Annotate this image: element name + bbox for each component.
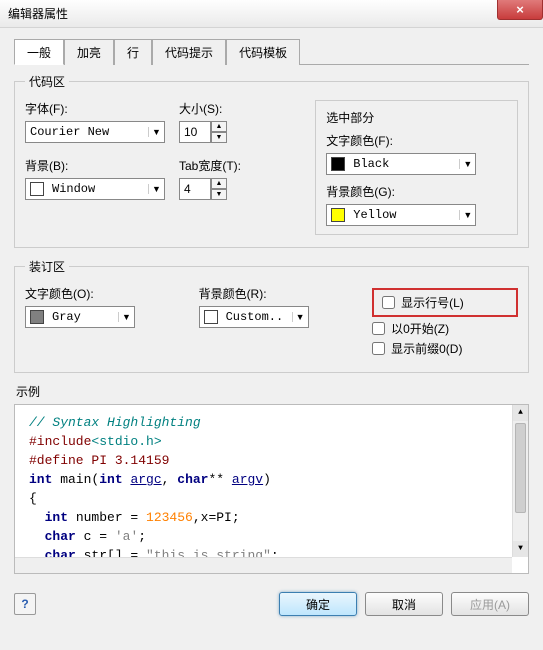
spin-down-icon[interactable]: ▼ [211,132,227,143]
scroll-down-icon[interactable]: ▼ [513,541,528,557]
code-preview: // Syntax Highlighting #include<stdio.h>… [14,404,529,574]
zero-start-row: 以0开始(Z) [372,320,518,337]
font-combo[interactable]: Courier New ▼ [25,121,165,143]
background-value: Window [48,182,148,196]
code-text: PI [216,510,232,525]
tab-highlight[interactable]: 加亮 [64,39,114,65]
close-icon: × [516,2,524,17]
gutter-fg-combo[interactable]: Gray ▼ [25,306,135,328]
code-area-group: 代码区 字体(F): Courier New ▼ 大小(S): [14,73,529,248]
tab-strip: 一般 加亮 行 代码提示 代码模板 [14,38,529,65]
code-text: argv [232,472,263,487]
size-input[interactable] [179,121,211,143]
color-swatch-icon [30,310,44,324]
code-text: int [29,472,52,487]
apply-button[interactable]: 应用(A) [451,592,529,616]
gutter-legend: 装订区 [25,258,69,275]
font-label: 字体(F): [25,100,165,117]
spin-up-icon[interactable]: ▲ [211,121,227,132]
code-comment: // Syntax Highlighting [29,415,201,430]
cancel-label: 取消 [392,596,416,613]
code-text: int [45,510,68,525]
selection-legend: 选中部分 [326,109,507,126]
code-text: #include [29,434,91,449]
tabwidth-label: Tab宽度(T): [179,157,241,174]
sel-bg-label: 背景颜色(G): [326,183,507,200]
code-text: argc [130,472,161,487]
spin-up-icon[interactable]: ▲ [211,178,227,189]
code-text: char [45,529,76,544]
window-title: 编辑器属性 [8,5,68,22]
tab-general[interactable]: 一般 [14,39,64,65]
help-icon: ? [21,597,28,611]
scrollbar-thumb[interactable] [515,423,526,513]
sel-fg-value: Black [349,157,459,171]
gutter-bg-label: 背景颜色(R): [199,285,353,302]
zero-start-label: 以0开始(Z) [391,320,449,337]
size-spinner[interactable]: ▲▼ [179,121,227,143]
spin-down-icon[interactable]: ▼ [211,189,227,200]
color-swatch-icon [30,182,44,196]
color-swatch-icon [331,208,345,222]
sel-fg-combo[interactable]: Black ▼ [326,153,476,175]
chevron-down-icon: ▼ [118,312,134,322]
selection-group: 选中部分 文字颜色(F): Black ▼ 背景颜色(G): Yellow ▼ [315,100,518,235]
chevron-down-icon: ▼ [459,210,475,220]
example-label: 示例 [16,383,529,400]
color-swatch-icon [204,310,218,324]
chevron-down-icon: ▼ [148,127,164,137]
gutter-bg-value: Custom.. [222,310,292,324]
show-prefix-row: 显示前缀0(D) [372,340,518,357]
cancel-button[interactable]: 取消 [365,592,443,616]
chevron-down-icon: ▼ [148,184,164,194]
zero-start-checkbox[interactable] [372,322,385,335]
ok-label: 确定 [306,596,330,613]
code-text: #define PI 3.14159 [29,453,169,468]
titlebar: 编辑器属性 × [0,0,543,28]
size-label: 大小(S): [179,100,227,117]
tabwidth-input[interactable] [179,178,211,200]
tabwidth-spinner[interactable]: ▲▼ [179,178,241,200]
sel-bg-value: Yellow [349,208,459,222]
scroll-up-icon[interactable]: ▲ [513,405,528,421]
show-prefix-checkbox[interactable] [372,342,385,355]
ok-button[interactable]: 确定 [279,592,357,616]
background-combo[interactable]: Window ▼ [25,178,165,200]
sel-fg-label: 文字颜色(F): [326,132,507,149]
chevron-down-icon: ▼ [459,159,475,169]
gutter-fg-value: Gray [48,310,118,324]
code-text: 'a' [115,529,138,544]
gutter-fg-label: 文字颜色(O): [25,285,179,302]
tab-line[interactable]: 行 [114,39,152,65]
code-text: <stdio.h> [91,434,161,449]
code-text: 123456 [146,510,193,525]
content-area: 一般 加亮 行 代码提示 代码模板 代码区 字体(F): Courier New… [0,28,543,582]
vertical-scrollbar[interactable]: ▲ ▼ [512,405,528,557]
show-line-number-checkbox[interactable] [382,296,395,309]
background-label: 背景(B): [25,157,165,174]
chevron-down-icon: ▼ [292,312,308,322]
code-text: main( [52,472,99,487]
apply-label: 应用(A) [470,596,510,613]
show-prefix-label: 显示前缀0(D) [391,340,462,357]
font-value: Courier New [26,125,148,139]
code-area-legend: 代码区 [25,73,69,90]
code-text: char [177,472,208,487]
close-button[interactable]: × [497,0,543,20]
code-text: int [99,472,122,487]
gutter-bg-combo[interactable]: Custom.. ▼ [199,306,309,328]
show-line-number-label: 显示行号(L) [401,294,464,311]
tab-code-hint[interactable]: 代码提示 [152,39,226,65]
color-swatch-icon [331,157,345,171]
help-button[interactable]: ? [14,593,36,615]
tab-code-template[interactable]: 代码模板 [226,39,300,65]
horizontal-scrollbar[interactable] [15,557,512,573]
dialog-footer: ? 确定 取消 应用(A) [0,582,543,626]
show-line-number-row: 显示行号(L) [372,288,518,317]
gutter-group: 装订区 文字颜色(O): Gray ▼ 背景颜色(R): Custom.. ▼ [14,258,529,373]
sel-bg-combo[interactable]: Yellow ▼ [326,204,476,226]
